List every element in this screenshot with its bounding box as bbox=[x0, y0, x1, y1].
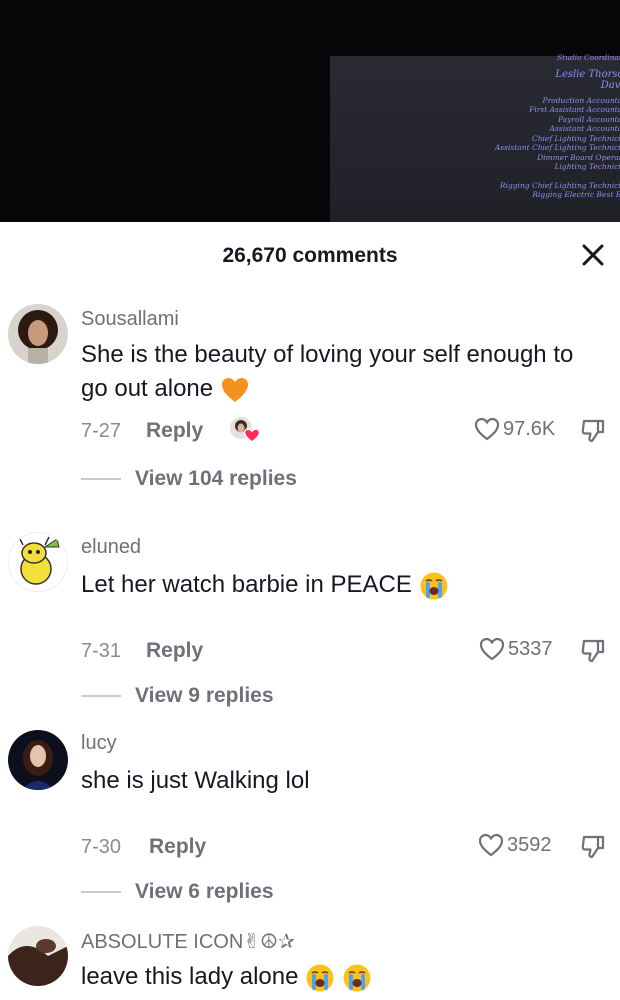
loudly-crying-face-icon bbox=[420, 572, 448, 600]
credit-line: Rigging Chief Lighting Technician bbox=[499, 180, 620, 190]
close-icon[interactable] bbox=[580, 242, 606, 268]
comment-date: 7-31 bbox=[81, 640, 122, 662]
loudly-crying-face-icon bbox=[343, 964, 371, 992]
view-replies-button[interactable]: View 9 replies bbox=[81, 684, 274, 708]
divider-line bbox=[81, 695, 121, 697]
view-replies-label: View 104 replies bbox=[135, 467, 297, 490]
dislike-icon[interactable] bbox=[580, 638, 606, 664]
video-screen: Studio Coordinator Leslie Thorson David … bbox=[330, 53, 620, 222]
like-count: 3592 bbox=[507, 833, 552, 856]
comment-date: 7-30 bbox=[81, 836, 122, 858]
comment-username[interactable]: ABSOLUTE ICON✌☮✰ bbox=[81, 929, 295, 954]
credit-line: Assistant Accountant bbox=[549, 124, 620, 133]
like-count: 97.6K bbox=[503, 417, 556, 440]
reply-button[interactable]: Reply bbox=[149, 835, 206, 859]
comment-username[interactable]: eluned bbox=[81, 536, 141, 559]
avatar[interactable] bbox=[8, 532, 68, 592]
comment-text-body: leave this lady alone bbox=[81, 963, 299, 990]
end-credits: Studio Coordinator Leslie Thorson David … bbox=[330, 53, 620, 222]
comments-count-title: 26,670 comments bbox=[222, 244, 398, 267]
comment-text-body: she is just Walking lol bbox=[81, 767, 310, 794]
comment-text-body: Let her watch barbie in PEACE bbox=[81, 571, 412, 598]
credit-line: Production Accountant bbox=[542, 95, 620, 105]
comment-username[interactable]: lucy bbox=[81, 732, 117, 755]
credit-line: Chief Lighting Technician bbox=[531, 133, 620, 143]
credit-line: David bbox=[600, 79, 620, 91]
divider-line bbox=[81, 891, 121, 893]
credit-line: Rigging Electric Best Boy bbox=[532, 190, 620, 199]
video-player[interactable]: Studio Coordinator Leslie Thorson David … bbox=[0, 0, 620, 222]
comments-panel: 26,670 comments Sousallami She is the be… bbox=[0, 222, 620, 1000]
like-button[interactable]: 3592 bbox=[478, 833, 552, 857]
like-button[interactable]: 5337 bbox=[479, 637, 553, 661]
comment-username[interactable]: Sousallami bbox=[81, 308, 179, 331]
credit-line: Assistant Chief Lighting Technician bbox=[494, 143, 620, 152]
dislike-icon[interactable] bbox=[580, 834, 606, 860]
orange-heart-icon bbox=[221, 377, 248, 402]
creator-liked-badge bbox=[228, 415, 262, 445]
avatar[interactable] bbox=[8, 730, 68, 790]
avatar[interactable] bbox=[8, 304, 68, 364]
divider-line bbox=[81, 478, 121, 480]
view-replies-label: View 6 replies bbox=[135, 880, 274, 903]
credit-line: Lighting Technician bbox=[554, 162, 620, 171]
heart-outline-icon bbox=[479, 637, 505, 661]
comment-text: Let her watch barbie in PEACE bbox=[81, 568, 606, 602]
credit-line: Leslie Thorson bbox=[555, 68, 620, 80]
comment-text: leave this lady alone bbox=[81, 960, 606, 994]
credit-line: Studio Coordinator bbox=[556, 53, 620, 62]
avatar[interactable] bbox=[8, 926, 68, 986]
comment-text: she is just Walking lol bbox=[81, 764, 606, 798]
dislike-icon[interactable] bbox=[580, 418, 606, 444]
comment-date: 7-27 bbox=[81, 420, 122, 442]
view-replies-button[interactable]: View 6 replies bbox=[81, 880, 274, 904]
like-button[interactable]: 97.6K bbox=[474, 417, 555, 441]
comment-text-body: She is the beauty of loving your self en… bbox=[81, 341, 574, 402]
view-replies-button[interactable]: View 104 replies bbox=[81, 467, 297, 491]
credit-line: Dimmer Board Operator bbox=[537, 152, 620, 162]
reply-button[interactable]: Reply bbox=[146, 639, 203, 663]
credit-line: Payroll Accountant bbox=[557, 114, 620, 124]
reply-button[interactable]: Reply bbox=[146, 419, 203, 443]
credit-line: First Assistant Accountant bbox=[529, 105, 620, 114]
comment-text: She is the beauty of loving your self en… bbox=[81, 338, 606, 406]
heart-outline-icon bbox=[478, 833, 504, 857]
loudly-crying-face-icon bbox=[306, 964, 334, 992]
heart-outline-icon bbox=[474, 417, 500, 441]
view-replies-label: View 9 replies bbox=[135, 684, 274, 707]
like-count: 5337 bbox=[508, 637, 553, 660]
